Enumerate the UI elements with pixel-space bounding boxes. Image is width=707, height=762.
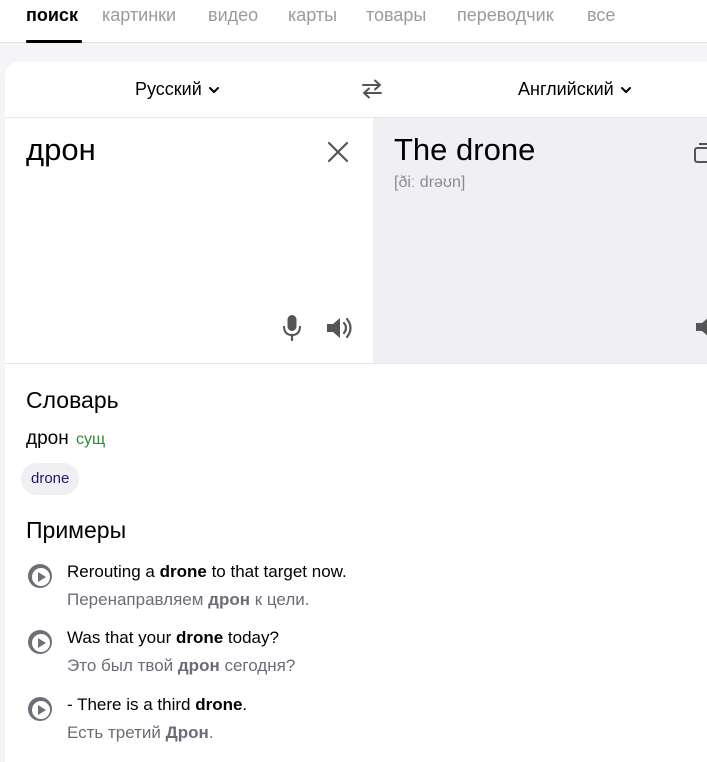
example-russian: Перенаправляем дрон к цели. xyxy=(67,590,310,609)
dictionary-heading: Словарь xyxy=(26,387,119,413)
example-english: Was that your drone today? xyxy=(67,628,279,647)
translator-card: Русский Английский дрон The drone [ðiː d… xyxy=(5,62,707,762)
nav-tab-translator[interactable]: переводчик xyxy=(457,5,554,26)
source-language-label: Русский xyxy=(135,79,202,99)
top-nav: поиск картинки видео карты товары перево… xyxy=(0,0,707,43)
nav-tab-images[interactable]: картинки xyxy=(102,5,176,26)
divider xyxy=(5,363,707,364)
translation-text[interactable]: The drone xyxy=(394,132,535,168)
examples-heading: Примеры xyxy=(26,517,127,543)
target-language-select[interactable]: Английский xyxy=(518,79,632,100)
swap-icon[interactable] xyxy=(361,79,383,99)
translation-chip[interactable]: drone xyxy=(21,463,80,495)
copy-icon[interactable] xyxy=(693,140,707,164)
part-of-speech: сущ xyxy=(76,431,106,448)
nav-tab-video[interactable]: видео xyxy=(208,5,258,26)
target-language-label: Английский xyxy=(518,79,614,99)
nav-tab-products[interactable]: товары xyxy=(366,5,426,26)
example-russian: Есть третий Дрон. xyxy=(67,723,214,742)
active-tab-indicator xyxy=(26,40,82,43)
dictionary-entry: дрон сущ xyxy=(26,428,105,450)
example-english: - There is a third drone. xyxy=(67,695,248,714)
nav-tab-all[interactable]: все xyxy=(587,5,615,26)
play-icon[interactable] xyxy=(26,628,56,656)
example-english: Rerouting a drone to that target now. xyxy=(67,562,347,581)
nav-tab-maps[interactable]: карты xyxy=(288,5,337,26)
play-icon[interactable] xyxy=(26,562,56,590)
source-text-input[interactable]: дрон xyxy=(26,132,96,168)
microphone-icon[interactable] xyxy=(281,314,303,342)
speaker-icon[interactable] xyxy=(694,314,707,340)
translation-pane: The drone [ðiː drəʊn] xyxy=(373,118,707,363)
transcription: [ðiː drəʊn] xyxy=(394,174,466,191)
speaker-icon[interactable] xyxy=(325,315,355,341)
source-language-select[interactable]: Русский xyxy=(135,79,220,100)
dictionary-word: дрон xyxy=(26,428,69,449)
nav-tab-search[interactable]: поиск xyxy=(26,5,78,26)
close-icon[interactable] xyxy=(326,140,350,164)
play-icon[interactable] xyxy=(26,695,56,723)
chevron-down-icon xyxy=(208,86,219,93)
chevron-down-icon xyxy=(620,86,631,93)
example-russian: Это был твой дрон сегодня? xyxy=(67,656,296,675)
